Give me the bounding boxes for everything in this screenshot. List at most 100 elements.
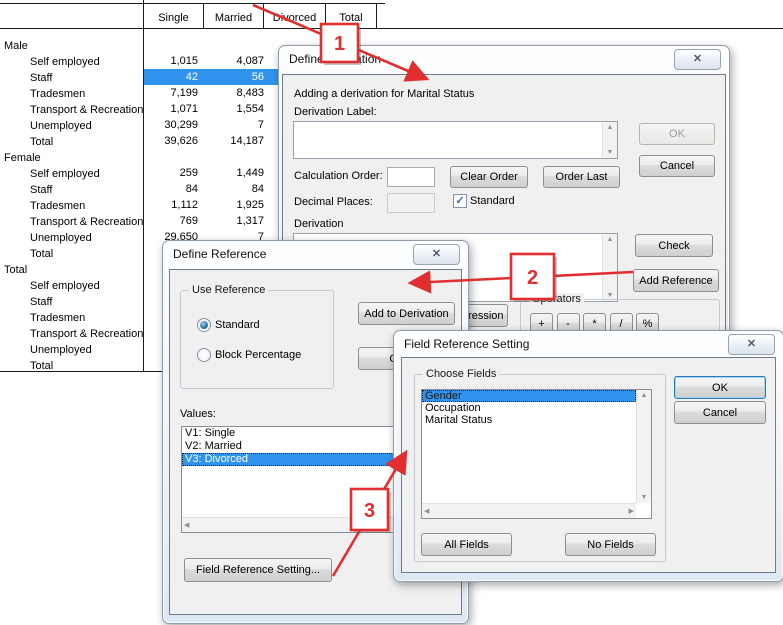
scroll-up-icon[interactable]: ▲ — [641, 392, 648, 399]
fields-hscrollbar[interactable]: ◀ ▶ — [422, 503, 636, 518]
table-cell-married[interactable]: 7 — [203, 117, 264, 133]
cancel-button[interactable]: Cancel — [639, 155, 715, 177]
calculation-order-label: Calculation Order: — [294, 170, 383, 182]
decimal-places-input[interactable] — [387, 193, 435, 213]
block-percentage-radio-label[interactable]: Block Percentage — [215, 349, 301, 361]
table-cell-married[interactable]: 4,087 — [203, 53, 264, 69]
table-row-label: Total — [30, 358, 53, 374]
no-fields-button[interactable]: No Fields — [565, 533, 656, 556]
table-row-label: Unemployed — [30, 342, 92, 358]
table-cell-single[interactable]: 30,299 — [143, 117, 198, 133]
table-row-label: Staff — [30, 294, 52, 310]
table-row-label: Staff — [30, 182, 52, 198]
scroll-down-icon[interactable]: ▼ — [607, 292, 614, 299]
table-group-label: Female — [4, 150, 41, 166]
scroll-down-icon[interactable]: ▼ — [607, 149, 614, 156]
table-cell-married[interactable]: 8,483 — [203, 85, 264, 101]
table-row-label: Total — [30, 246, 53, 262]
calculation-order-input[interactable] — [387, 167, 435, 187]
table-row-label: Total — [30, 134, 53, 150]
all-fields-button[interactable]: All Fields — [421, 533, 512, 556]
close-icon: ✕ — [432, 249, 441, 260]
add-reference-button[interactable]: Add Reference — [633, 269, 719, 292]
fields-list-item[interactable]: Occupation — [422, 402, 636, 414]
table-cell-married[interactable]: 1,317 — [203, 213, 264, 229]
table-cell-single[interactable]: 39,626 — [143, 133, 198, 149]
table-group-label: Total — [4, 262, 27, 278]
derivation-label-caption: Derivation Label: — [294, 106, 377, 118]
table-cell-single[interactable]: 769 — [143, 213, 198, 229]
table-row-label: Transport & Recreation — [30, 326, 143, 342]
close-icon: ✕ — [693, 54, 702, 65]
fields-list-item[interactable]: Marital Status — [422, 414, 636, 426]
fields-list-item[interactable]: Gender — [422, 390, 636, 402]
table-row-label: Staff — [30, 70, 52, 86]
derivation-label-textarea[interactable]: ▲ ▼ — [293, 121, 618, 159]
table-row-label: Unemployed — [30, 118, 92, 134]
table-row-label: Self employed — [30, 54, 100, 70]
table-cell-single[interactable]: 42 — [143, 69, 198, 85]
check-icon: ✓ — [455, 196, 464, 206]
table-row-label: Self employed — [30, 166, 100, 182]
scroll-right-icon[interactable]: ▶ — [629, 507, 634, 515]
table-row-label: Self employed — [30, 278, 100, 294]
table-row-label: Transport & Recreation — [30, 102, 143, 118]
scroll-up-icon[interactable]: ▲ — [607, 124, 614, 131]
table-row-label: Tradesmen — [30, 86, 85, 102]
check-button[interactable]: Check — [635, 234, 713, 257]
clear-order-button[interactable]: Clear Order — [450, 166, 528, 188]
order-last-button[interactable]: Order Last — [543, 166, 620, 188]
table-row-label: Unemployed — [30, 230, 92, 246]
values-label: Values: — [180, 408, 216, 420]
table-row-label: Tradesmen — [30, 198, 85, 214]
field-reference-setting-dialog: Field Reference Setting ✕ Choose Fields … — [393, 330, 783, 582]
table-row-label: Tradesmen — [30, 310, 85, 326]
define-reference-close-button[interactable]: ✕ — [413, 244, 460, 265]
table-cell-single[interactable]: 1,015 — [143, 53, 198, 69]
define-derivation-titlebar: Define Derivation — [279, 46, 729, 72]
scroll-left-icon[interactable]: ◀ — [184, 521, 189, 529]
table-cell-single[interactable]: 1,071 — [143, 101, 198, 117]
table-row-label: Transport & Recreation — [30, 214, 143, 230]
field-setting-cancel-button[interactable]: Cancel — [674, 401, 766, 424]
field-setting-ok-button[interactable]: OK — [674, 376, 766, 399]
field-reference-setting-titlebar: Field Reference Setting — [394, 331, 783, 357]
table-cell-married[interactable]: 84 — [203, 181, 264, 197]
table-cell-single[interactable]: 84 — [143, 181, 198, 197]
table-group-label: Male — [4, 38, 28, 54]
table-cell-married[interactable]: 1,554 — [203, 101, 264, 117]
table-cell-married[interactable]: 14,187 — [203, 133, 264, 149]
ok-button[interactable]: OK — [639, 123, 715, 145]
add-to-derivation-button[interactable]: Add to Derivation — [358, 302, 455, 325]
table-cell-married[interactable]: 1,449 — [203, 165, 264, 181]
fields-listbox[interactable]: GenderOccupationMarital Status ▲ ▼ ◀ ▶ — [421, 389, 652, 519]
table-cell-married[interactable]: 56 — [203, 69, 264, 85]
derivation-label-scrollbar[interactable]: ▲ ▼ — [602, 122, 617, 158]
choose-fields-group: Choose Fields GenderOccupationMarital St… — [414, 374, 666, 562]
standard-checkbox[interactable]: ✓ — [453, 194, 467, 208]
field-reference-setting-button[interactable]: Field Reference Setting... — [184, 558, 332, 582]
standard-radio-label[interactable]: Standard — [215, 319, 260, 331]
scroll-up-icon[interactable]: ▲ — [607, 236, 614, 243]
fields-vscrollbar[interactable]: ▲ ▼ — [636, 390, 651, 503]
table-cell-single[interactable]: 259 — [143, 165, 198, 181]
close-icon: ✕ — [747, 339, 756, 350]
use-reference-group-label: Use Reference — [189, 284, 268, 296]
derivation-scrollbar[interactable]: ▲ ▼ — [602, 234, 617, 301]
fields-items: GenderOccupationMarital Status — [422, 390, 636, 503]
standard-radio[interactable] — [197, 318, 211, 332]
table-cell-married[interactable]: 1,925 — [203, 197, 264, 213]
field-reference-setting-close-button[interactable]: ✕ — [728, 334, 775, 355]
derivation-section-label: Derivation — [294, 218, 344, 230]
scroll-down-icon[interactable]: ▼ — [641, 494, 648, 501]
table-cell-single[interactable]: 1,112 — [143, 197, 198, 213]
block-percentage-radio[interactable] — [197, 348, 211, 362]
scroll-left-icon[interactable]: ◀ — [424, 507, 429, 515]
standard-checkbox-label[interactable]: Standard — [470, 195, 515, 207]
use-reference-group: Use Reference Standard Block Percentage — [180, 290, 334, 389]
table-cell-single[interactable]: 7,199 — [143, 85, 198, 101]
define-reference-title: Define Reference — [173, 247, 266, 261]
define-derivation-close-button[interactable]: ✕ — [674, 49, 721, 70]
decimal-places-label: Decimal Places: — [294, 196, 373, 208]
derivation-intro-text: Adding a derivation for Marital Status — [294, 88, 474, 100]
